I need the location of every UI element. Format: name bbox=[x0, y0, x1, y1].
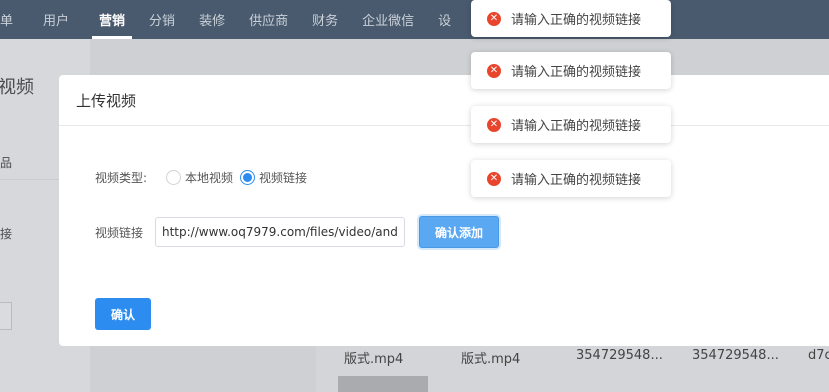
nav-item-settings[interactable]: 设 bbox=[431, 0, 458, 39]
error-toast: ✕ 请输入正确的视频链接 bbox=[471, 52, 671, 89]
error-icon: ✕ bbox=[487, 117, 501, 132]
toast-message: 请输入正确的视频链接 bbox=[511, 119, 642, 134]
radio-video-link[interactable]: 视频链接 bbox=[240, 169, 307, 186]
top-nav: 单 用户 营销 分销 装修 供应商 财务 企业微信 设 bbox=[0, 0, 829, 39]
video-type-label: 视频类型: bbox=[95, 171, 148, 185]
modal-title: 上传视频 bbox=[76, 91, 137, 110]
nav-item-marketing[interactable]: 营销 bbox=[92, 0, 133, 39]
background-input bbox=[0, 302, 12, 330]
radio-local-label: 本地视频 bbox=[185, 171, 234, 185]
toast-message: 请输入正确的视频链接 bbox=[511, 13, 642, 28]
error-toast: ✕ 请输入正确的视频链接 bbox=[471, 0, 671, 37]
table-cell: 版式.mp4 bbox=[461, 352, 521, 367]
error-toast: ✕ 请输入正确的视频链接 bbox=[471, 160, 671, 197]
nav-item-decoration[interactable]: 装修 bbox=[192, 0, 232, 39]
error-icon: ✕ bbox=[487, 171, 501, 186]
modal-header: 上传视频 bbox=[59, 75, 829, 126]
video-type-row: 视频类型: 本地视频 视频链接 bbox=[95, 169, 314, 186]
nav-item-wecom[interactable]: 企业微信 bbox=[355, 0, 421, 39]
confirm-button[interactable]: 确认 bbox=[95, 298, 151, 330]
table-cell: 版式.mp4 bbox=[344, 352, 404, 367]
error-icon: ✕ bbox=[487, 63, 501, 78]
video-link-row: 视频链接 http://www.oq7979.com/files/video/a… bbox=[95, 216, 499, 248]
error-toast: ✕ 请输入正确的视频链接 bbox=[471, 106, 671, 143]
confirm-add-button[interactable]: 确认添加 bbox=[419, 216, 499, 248]
background-side-item: 品 bbox=[0, 156, 13, 170]
upload-video-modal: 上传视频 视频类型: 本地视频 视频链接 视频链接 http://www.oq7… bbox=[59, 75, 829, 346]
toast-message: 请输入正确的视频链接 bbox=[511, 173, 642, 188]
radio-local-video[interactable]: 本地视频 bbox=[166, 169, 233, 186]
radio-link-circle[interactable] bbox=[240, 170, 256, 185]
radio-local-circle[interactable] bbox=[166, 170, 181, 185]
background-page-title: 视频 bbox=[0, 77, 34, 98]
video-link-label: 视频链接 bbox=[95, 225, 144, 240]
nav-item-supplier[interactable]: 供应商 bbox=[242, 0, 295, 39]
toast-message: 请输入正确的视频链接 bbox=[511, 65, 642, 80]
table-cell: 354729548... bbox=[692, 348, 779, 363]
background-side-item: 接 bbox=[0, 227, 13, 241]
background-divider bbox=[0, 179, 60, 180]
video-thumbnail bbox=[338, 376, 428, 392]
radio-link-label: 视频链接 bbox=[259, 171, 308, 185]
error-icon: ✕ bbox=[487, 11, 501, 26]
table-cell: d7c bbox=[808, 348, 829, 363]
table-cell: 354729548... bbox=[576, 348, 663, 363]
nav-item-distribution[interactable]: 分销 bbox=[142, 0, 182, 39]
nav-item-order[interactable]: 单 bbox=[0, 0, 20, 39]
video-link-input[interactable]: http://www.oq7979.com/files/video/and bbox=[155, 217, 405, 247]
nav-item-user[interactable]: 用户 bbox=[36, 0, 76, 39]
nav-item-finance[interactable]: 财务 bbox=[305, 0, 345, 39]
